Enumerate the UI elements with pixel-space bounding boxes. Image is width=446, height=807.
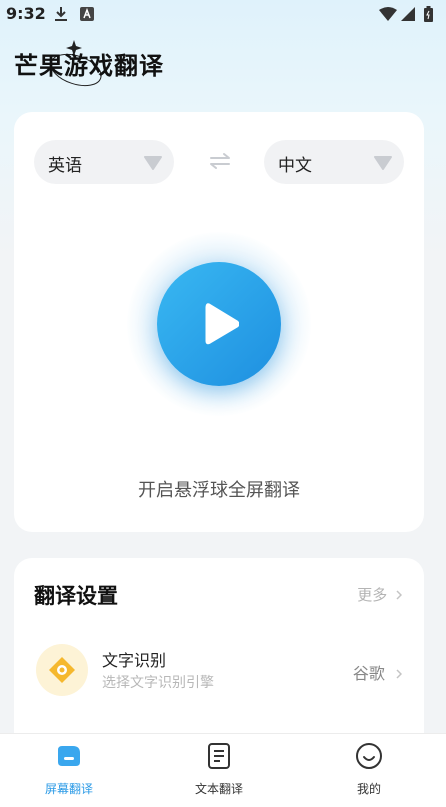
tab-profile[interactable]: 我的 [319, 742, 419, 802]
play-button[interactable] [157, 262, 281, 386]
translate-card: 英语 中文 开启悬浮球全屏翻译 [14, 112, 424, 532]
chevron-right-icon [396, 586, 403, 604]
ocr-subtitle: 选择文字识别引擎 [102, 675, 214, 691]
tab-label: 我的 [356, 782, 381, 796]
dropdown-triangle-icon [374, 155, 392, 174]
screen-translate-icon [55, 742, 83, 770]
ocr-engine-value: 谷歌 [352, 660, 403, 684]
ocr-icon [36, 644, 88, 696]
battery-icon [424, 6, 433, 26]
app-notification-icon [80, 6, 94, 25]
document-icon [205, 742, 233, 770]
tab-text-translate[interactable]: 文本翻译 [169, 742, 269, 802]
swap-languages-icon[interactable] [209, 152, 231, 174]
more-label: 更多 [357, 586, 388, 604]
app-title: 芒果游戏翻译 [14, 52, 164, 80]
tab-label: 屏幕翻译 [44, 782, 93, 796]
chevron-right-icon [396, 664, 403, 683]
settings-more-link[interactable]: 更多 [357, 584, 403, 605]
settings-title: 翻译设置 [34, 584, 118, 608]
settings-card: 翻译设置 更多 文字识别 选择文字识别引擎 谷歌 [14, 558, 424, 758]
smile-icon [355, 742, 383, 770]
floating-translate-caption: 开启悬浮球全屏翻译 [138, 480, 300, 501]
status-bar: 9:32 [0, 0, 446, 28]
tab-label: 文本翻译 [194, 782, 243, 796]
tab-screen-translate[interactable]: 屏幕翻译 [19, 742, 119, 802]
signal-icon [401, 6, 415, 25]
status-time: 9:32 [6, 4, 46, 23]
bottom-tab-bar: 屏幕翻译 文本翻译 我的 [0, 733, 446, 807]
ocr-setting-row[interactable]: 文字识别 选择文字识别引擎 谷歌 [14, 636, 424, 706]
dropdown-triangle-icon [144, 155, 162, 174]
target-language-label: 中文 [278, 156, 312, 176]
play-icon [205, 303, 239, 345]
download-icon [54, 6, 68, 26]
wifi-icon [379, 6, 397, 25]
source-language-select[interactable]: 英语 [34, 140, 174, 184]
target-language-select[interactable]: 中文 [264, 140, 404, 184]
ocr-title: 文字识别 [102, 651, 167, 670]
source-language-label: 英语 [48, 156, 82, 176]
ocr-engine-label: 谷歌 [352, 664, 385, 683]
